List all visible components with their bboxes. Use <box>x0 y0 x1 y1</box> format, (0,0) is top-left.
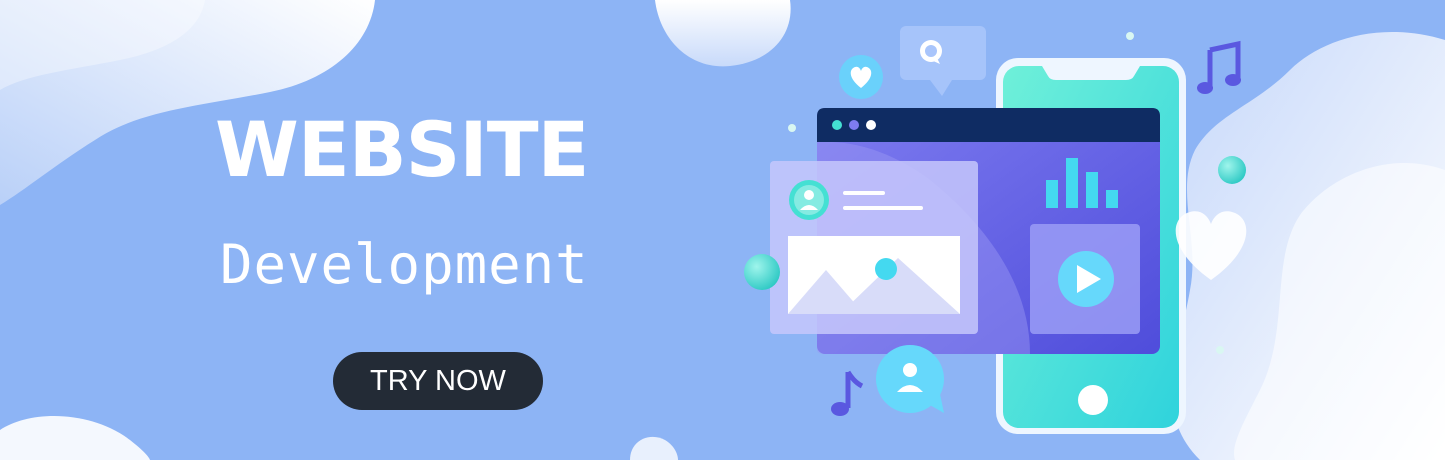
subheadline: Development <box>220 233 589 296</box>
phone-home-button-icon <box>1078 385 1108 415</box>
decorative-dot <box>788 124 796 132</box>
decorative-sphere <box>1218 156 1246 184</box>
hero-banner: WEBSITE Development TRY NOW <box>0 0 1445 460</box>
image-icon <box>788 236 960 314</box>
heart-icon <box>1175 211 1247 280</box>
music-note-icon <box>1197 40 1241 94</box>
user-icon <box>789 180 829 220</box>
heart-icon <box>839 55 883 99</box>
headline: WEBSITE <box>215 105 589 194</box>
web-development-illustration <box>744 26 1247 434</box>
video-panel <box>1030 224 1140 334</box>
decorative-dot <box>1216 346 1224 354</box>
chat-bubble-icon <box>900 26 986 96</box>
decorative-dot <box>1126 32 1134 40</box>
music-note-icon <box>831 370 864 416</box>
play-icon <box>1058 251 1114 307</box>
user-chat-icon <box>876 345 944 413</box>
try-now-button[interactable]: TRY NOW <box>333 352 543 410</box>
decorative-sphere <box>744 254 780 290</box>
profile-card <box>770 161 978 334</box>
